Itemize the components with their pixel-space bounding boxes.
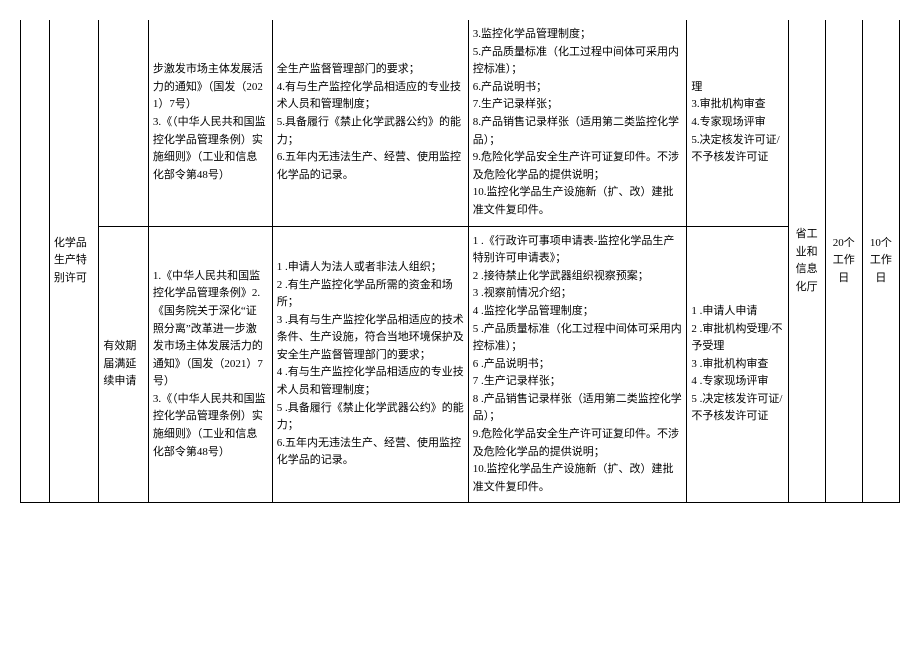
cell-item-name: 化学品生产特别许可 (49, 20, 99, 503)
cell-department: 省工业和信息化厅 (788, 20, 825, 503)
cell-blank (21, 20, 50, 503)
cell-materials: 1 .《行政许可事项申请表-监控化学品生产特别许可申请表》；2 .接待禁止化学武… (468, 226, 687, 503)
cell-days-promise: 10个工作日 (862, 20, 899, 503)
cell-basis: 1.《中华人民共和国监控化学品管理条例》2.《国务院关于深化“证照分离”改革进一… (148, 226, 272, 503)
cell-process: 理3.审批机构审查4.专家现场评审5.决定核发许可证/不予核发许可证 (687, 20, 788, 226)
cell-days-legal: 20个工作日 (825, 20, 862, 503)
table-row: 化学品生产特别许可 步激发市场主体发展活力的通知》（国发（2021）7号）3.《… (21, 20, 900, 226)
cell-process: 1 .申请人申请2 .审批机构受理/不予受理3 .审批机构审查4 .专家现场评审… (687, 226, 788, 503)
cell-materials: 3.监控化学品管理制度；5.产品质量标准（化工过程中间体可采用内控标准）；6.产… (468, 20, 687, 226)
permit-table: 化学品生产特别许可 步激发市场主体发展活力的通知》（国发（2021）7号）3.《… (20, 20, 900, 503)
cell-conditions: 1 .申请人为法人或者非法人组织；2 .有生产监控化学品所需的资金和场所；3 .… (272, 226, 468, 503)
cell-subitem: 有效期届满延续申请 (99, 226, 149, 503)
table-row: 有效期届满延续申请 1.《中华人民共和国监控化学品管理条例》2.《国务院关于深化… (21, 226, 900, 503)
cell-conditions: 全生产监督管理部门的要求；4.有与生产监控化学品相适应的专业技术人员和管理制度；… (272, 20, 468, 226)
cell-basis: 步激发市场主体发展活力的通知》（国发（2021）7号）3.《（中华人民共和国监控… (148, 20, 272, 226)
cell-subitem (99, 20, 149, 226)
